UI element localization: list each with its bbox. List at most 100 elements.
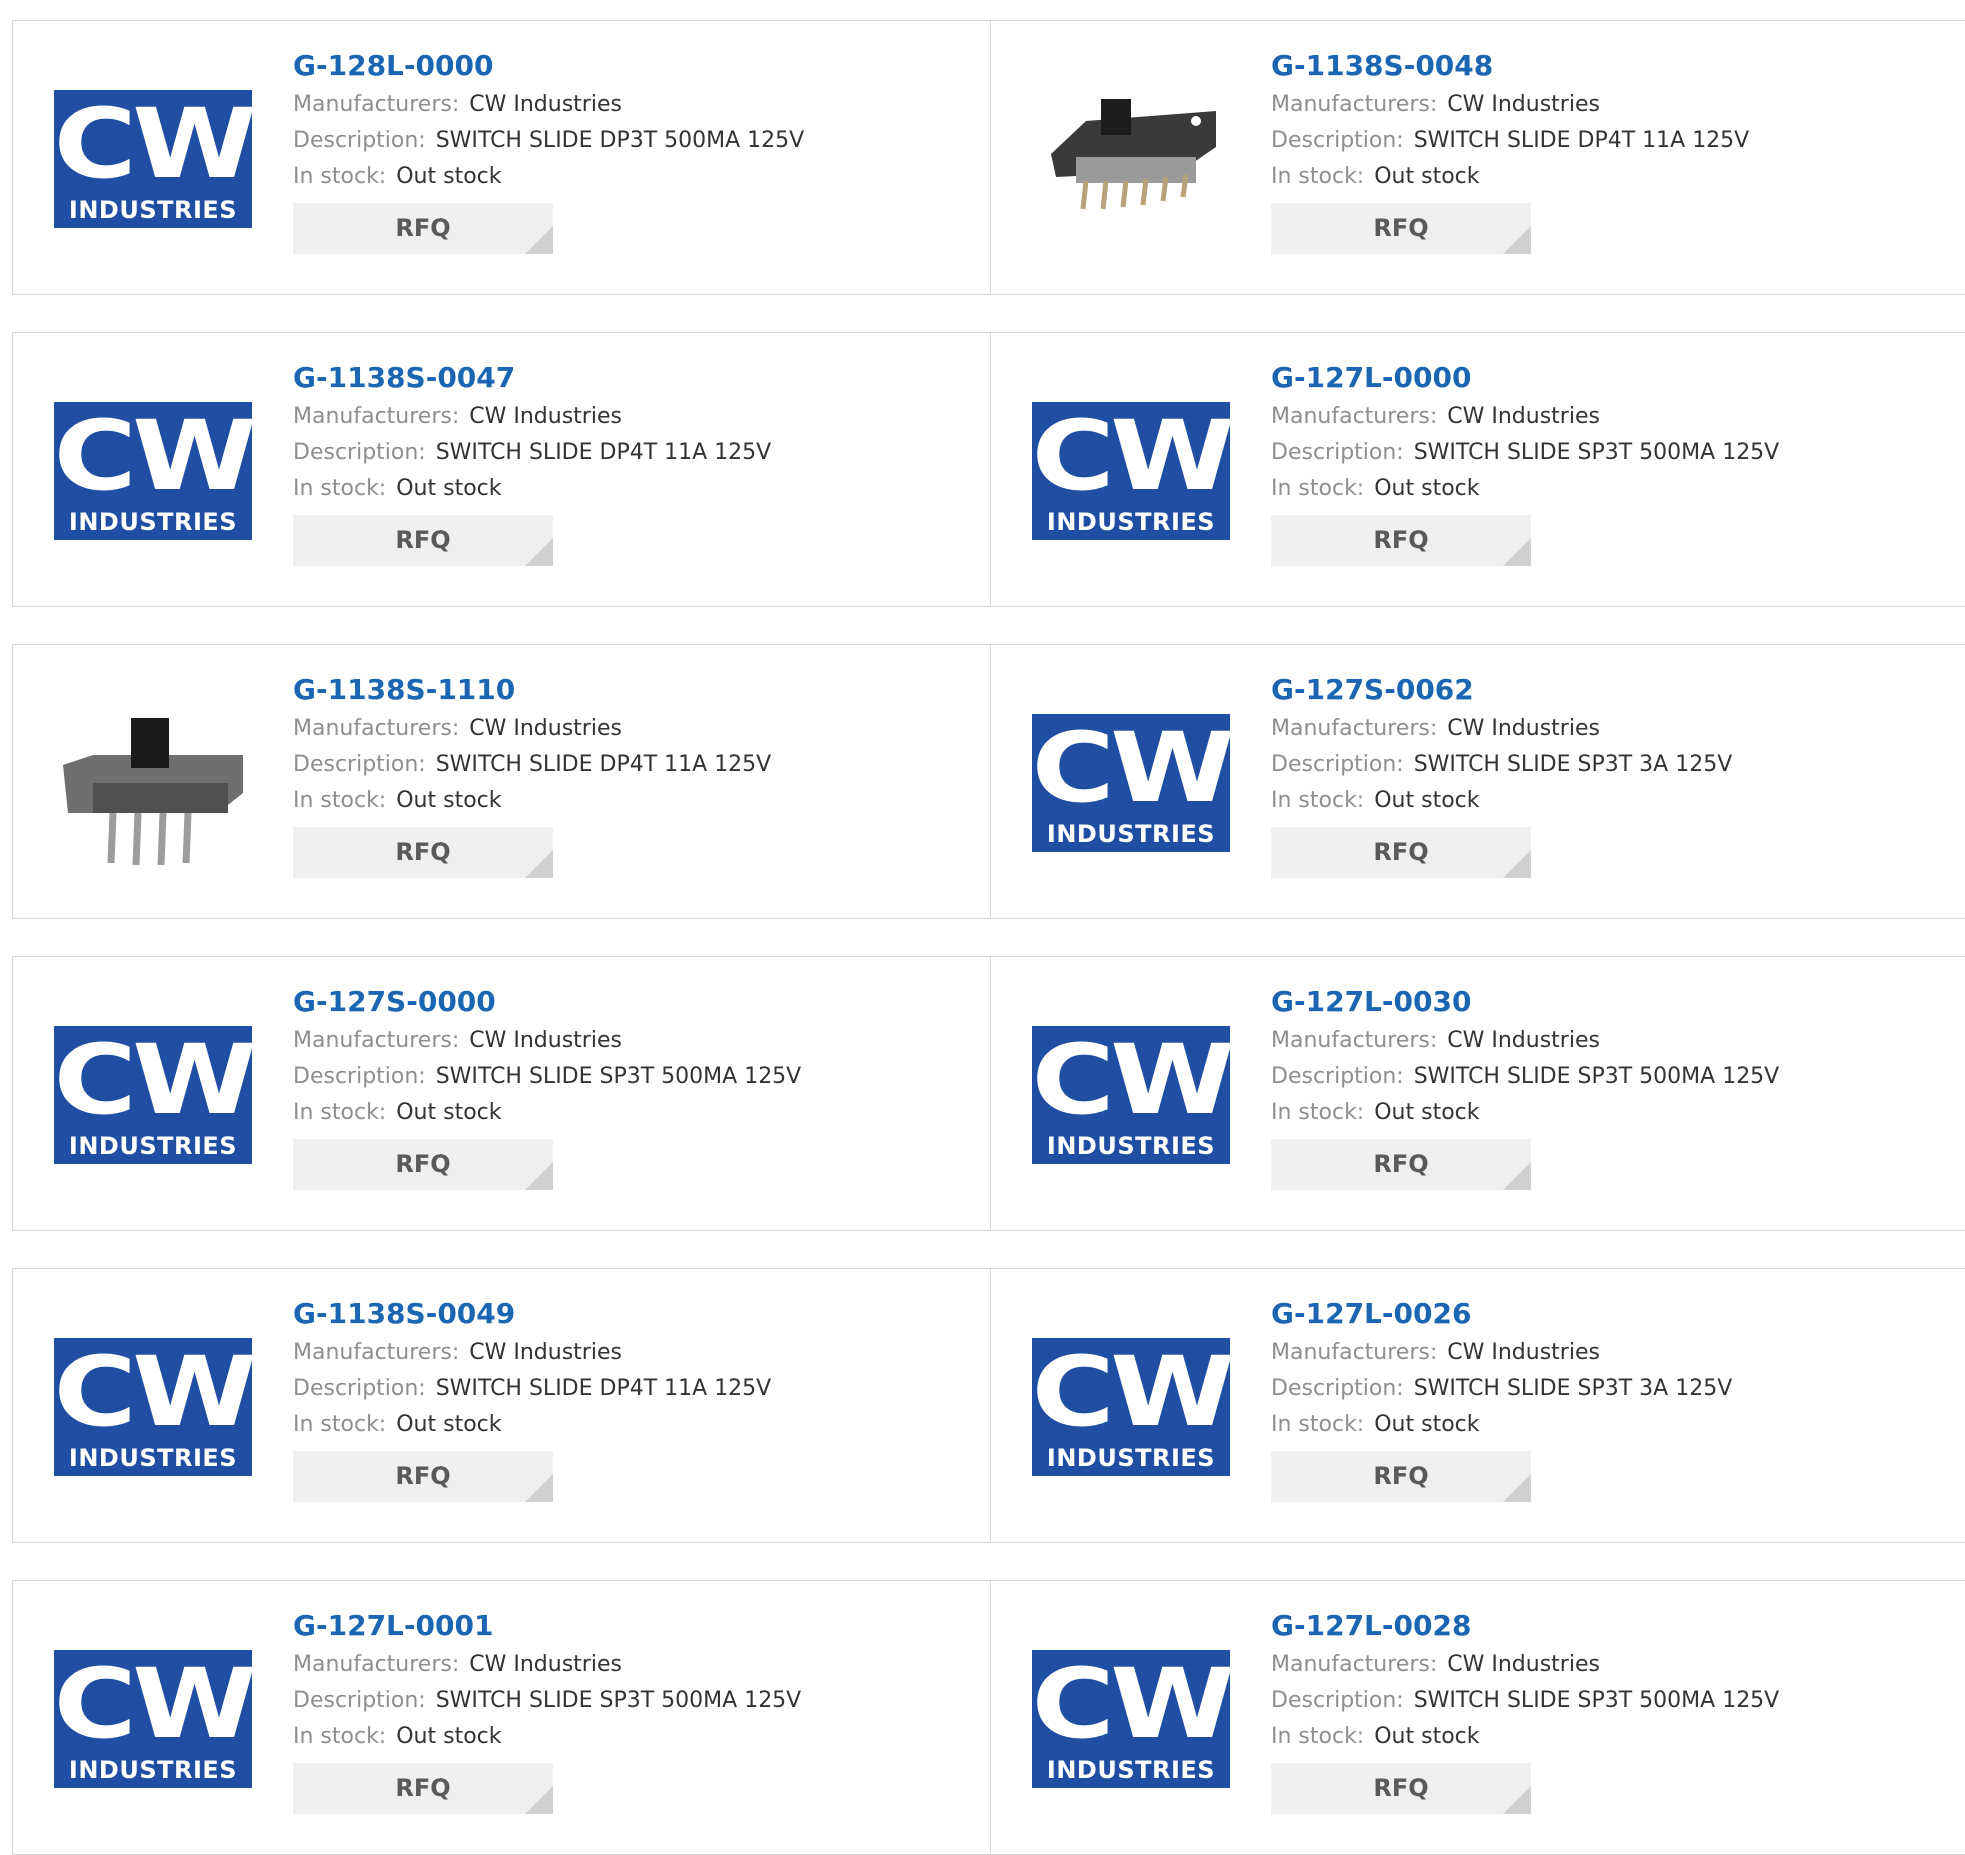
description-line: Description: SWITCH SLIDE SP3T 500MA 125V	[1271, 435, 1951, 471]
rfq-label: RFQ	[395, 838, 451, 866]
corner-triangle-icon	[1503, 538, 1531, 566]
manufacturer-value: CW Industries	[1447, 404, 1600, 429]
rfq-button[interactable]: RFQ	[293, 515, 553, 566]
description-value: SWITCH SLIDE DP4T 11A 125V	[435, 440, 772, 465]
cw-industries-logo[interactable]: CW INDUSTRIES	[54, 1338, 252, 1476]
rfq-button[interactable]: RFQ	[1271, 827, 1531, 878]
description-label: Description:	[1271, 1064, 1404, 1089]
part-number-link[interactable]: G-128L-0000	[293, 49, 493, 83]
product-image[interactable]: CW INDUSTRIES	[53, 59, 253, 259]
stock-value: Out stock	[1374, 1724, 1480, 1749]
product-image[interactable]: CW INDUSTRIES	[1031, 371, 1231, 571]
stock-label: In stock:	[293, 788, 387, 813]
stock-label: In stock:	[1271, 476, 1365, 501]
product-card: CW INDUSTRIES G-127L-0001 Manufacturers: CW …	[12, 1581, 990, 1854]
description-label: Description:	[293, 440, 426, 465]
manufacturer-line: Manufacturers: CW Industries	[1271, 1335, 1951, 1371]
product-card: CW INDUSTRIES G-1138S-0049 Manufacturers: CW…	[12, 1269, 990, 1542]
rfq-label: RFQ	[395, 1774, 451, 1802]
product-image[interactable]: CW INDUSTRIES	[53, 995, 253, 1195]
stock-label: In stock:	[1271, 1100, 1365, 1125]
rfq-button[interactable]: RFQ	[1271, 515, 1531, 566]
part-number-link[interactable]: G-1138S-1110	[293, 673, 515, 707]
rfq-button[interactable]: RFQ	[293, 1451, 553, 1502]
part-number-link[interactable]: G-127S-0062	[1271, 673, 1474, 707]
product-info: G-127L-0030 Manufacturers: CW Industries De…	[1271, 985, 1951, 1190]
manufacturer-label: Manufacturers:	[293, 1340, 460, 1365]
product-image[interactable]: CW INDUSTRIES	[53, 1307, 253, 1507]
manufacturer-label: Manufacturers:	[293, 1028, 460, 1053]
cw-industries-logo[interactable]: CW INDUSTRIES	[1032, 1026, 1230, 1164]
description-line: Description: SWITCH SLIDE DP4T 11A 125V	[1271, 123, 1951, 159]
rfq-button[interactable]: RFQ	[293, 827, 553, 878]
rfq-label: RFQ	[1373, 1150, 1429, 1178]
rfq-button[interactable]: RFQ	[1271, 1763, 1531, 1814]
product-row: CW INDUSTRIES G-127S-0000 Manufacturers: CW …	[12, 956, 1965, 1231]
rfq-button[interactable]: RFQ	[293, 1139, 553, 1190]
corner-triangle-icon	[1503, 1786, 1531, 1814]
rfq-button[interactable]: RFQ	[1271, 1139, 1531, 1190]
product-image[interactable]: CW INDUSTRIES	[1031, 1619, 1231, 1819]
stock-line: In stock: Out stock	[1271, 471, 1951, 507]
manufacturer-line: Manufacturers: CW Industries	[293, 1023, 973, 1059]
cw-industries-logo[interactable]: CW INDUSTRIES	[54, 402, 252, 540]
product-image[interactable]: CW INDUSTRIES	[1031, 995, 1231, 1195]
product-image[interactable]: CW INDUSTRIES	[53, 1619, 253, 1819]
product-info: G-127L-0000 Manufacturers: CW Industries De…	[1271, 361, 1951, 566]
part-number-link[interactable]: G-1138S-0047	[293, 361, 515, 395]
product-info: G-1138S-0049 Manufacturers: CW Industries D…	[293, 1297, 973, 1502]
cw-industries-logo[interactable]: CW INDUSTRIES	[54, 1650, 252, 1788]
manufacturer-line: Manufacturers: CW Industries	[293, 399, 973, 435]
corner-triangle-icon	[1503, 1162, 1531, 1190]
stock-line: In stock: Out stock	[293, 783, 973, 819]
stock-value: Out stock	[396, 1412, 502, 1437]
product-row: CW INDUSTRIES G-1138S-0047 Manufacturers: CW…	[12, 332, 1965, 607]
manufacturer-label: Manufacturers:	[1271, 1340, 1438, 1365]
stock-line: In stock: Out stock	[1271, 1095, 1951, 1131]
product-image[interactable]: CW INDUSTRIES	[1031, 1307, 1231, 1507]
description-value: SWITCH SLIDE SP3T 500MA 125V	[435, 1064, 802, 1089]
manufacturer-value: CW Industries	[469, 1340, 622, 1365]
description-value: SWITCH SLIDE SP3T 3A 125V	[1413, 752, 1733, 777]
corner-triangle-icon	[525, 538, 553, 566]
stock-label: In stock:	[1271, 164, 1365, 189]
product-image[interactable]	[53, 683, 253, 883]
product-image[interactable]: CW INDUSTRIES	[1031, 683, 1231, 883]
part-number-link[interactable]: G-127L-0001	[293, 1609, 493, 1643]
rfq-button[interactable]: RFQ	[293, 203, 553, 254]
rfq-label: RFQ	[395, 214, 451, 242]
manufacturer-line: Manufacturers: CW Industries	[1271, 1023, 1951, 1059]
cw-industries-logo[interactable]: CW INDUSTRIES	[54, 90, 252, 228]
description-label: Description:	[1271, 1376, 1404, 1401]
corner-triangle-icon	[1503, 1474, 1531, 1502]
part-number-link[interactable]: G-1138S-0048	[1271, 49, 1493, 83]
stock-value: Out stock	[1374, 1412, 1480, 1437]
rfq-button[interactable]: RFQ	[293, 1763, 553, 1814]
slide-switch-photo	[1031, 59, 1231, 259]
stock-line: In stock: Out stock	[1271, 1719, 1951, 1755]
description-label: Description:	[293, 1064, 426, 1089]
product-image[interactable]: CW INDUSTRIES	[53, 371, 253, 571]
cw-industries-logo[interactable]: CW INDUSTRIES	[1032, 402, 1230, 540]
cw-industries-logo[interactable]: CW INDUSTRIES	[54, 1026, 252, 1164]
part-number-link[interactable]: G-1138S-0049	[293, 1297, 515, 1331]
manufacturer-label: Manufacturers:	[293, 716, 460, 741]
rfq-button[interactable]: RFQ	[1271, 203, 1531, 254]
cw-industries-logo[interactable]: CW INDUSTRIES	[1032, 1650, 1230, 1788]
part-number-link[interactable]: G-127L-0028	[1271, 1609, 1471, 1643]
product-info: G-1138S-0048 Manufacturers: CW Industries D…	[1271, 49, 1951, 254]
product-card: CW INDUSTRIES G-127L-0026 Manufacturers: CW …	[990, 1269, 1965, 1542]
corner-triangle-icon	[525, 1786, 553, 1814]
part-number-link[interactable]: G-127L-0026	[1271, 1297, 1471, 1331]
cw-industries-logo[interactable]: CW INDUSTRIES	[1032, 714, 1230, 852]
rfq-button[interactable]: RFQ	[1271, 1451, 1531, 1502]
part-number-link[interactable]: G-127S-0000	[293, 985, 496, 1019]
stock-value: Out stock	[1374, 164, 1480, 189]
product-row: CW INDUSTRIES G-1138S-0049 Manufacturers: CW…	[12, 1268, 1965, 1543]
cw-industries-logo[interactable]: CW INDUSTRIES	[1032, 1338, 1230, 1476]
product-row: CW INDUSTRIES G-128L-0000 Manufacturers: CW …	[12, 20, 1965, 295]
part-number-link[interactable]: G-127L-0030	[1271, 985, 1471, 1019]
corner-triangle-icon	[525, 1162, 553, 1190]
part-number-link[interactable]: G-127L-0000	[1271, 361, 1471, 395]
product-image[interactable]	[1031, 59, 1231, 259]
